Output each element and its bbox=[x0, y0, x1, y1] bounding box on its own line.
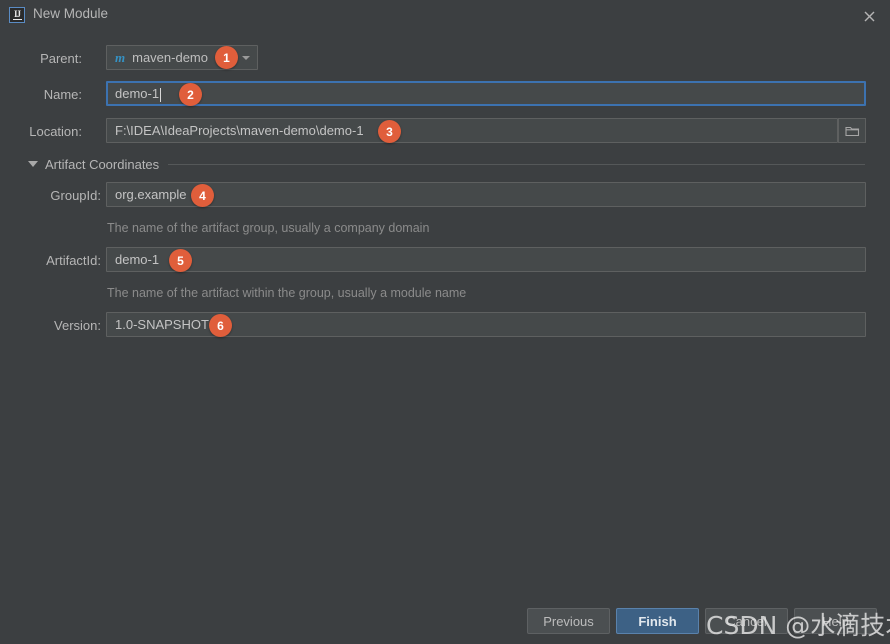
location-label: Location: bbox=[29, 124, 82, 139]
version-label: Version: bbox=[54, 318, 101, 333]
artifactid-input[interactable]: demo-1 bbox=[106, 247, 866, 272]
parent-combo-value: maven-demo bbox=[132, 50, 208, 65]
text-caret bbox=[160, 87, 162, 102]
new-module-dialog: IJ New Module Parent: m maven-demo 1 Nam… bbox=[0, 0, 890, 644]
close-icon[interactable] bbox=[858, 5, 880, 27]
artifactid-label: ArtifactId: bbox=[46, 253, 101, 268]
name-input-value: demo-1 bbox=[115, 86, 160, 101]
name-label: Name: bbox=[43, 87, 82, 102]
maven-icon: m bbox=[115, 49, 126, 65]
chevron-down-icon[interactable] bbox=[242, 55, 250, 60]
artifact-coordinates-section-header[interactable]: Artifact Coordinates bbox=[28, 155, 866, 173]
artifact-coordinates-label: Artifact Coordinates bbox=[45, 156, 160, 172]
name-input[interactable]: demo-1 bbox=[106, 81, 866, 106]
version-input-value: 1.0-SNAPSHOT bbox=[115, 317, 209, 332]
location-input[interactable]: F:\IDEA\IdeaProjects\maven-demo\demo-1 bbox=[106, 118, 838, 143]
annotation-badge-2: 2 bbox=[179, 83, 202, 106]
annotation-badge-3: 3 bbox=[378, 120, 401, 143]
annotation-badge-4: 4 bbox=[191, 184, 214, 207]
previous-button[interactable]: Previous bbox=[527, 608, 610, 634]
folder-icon[interactable] bbox=[838, 118, 866, 143]
groupid-input[interactable]: org.example bbox=[106, 182, 866, 207]
artifactid-hint: The name of the artifact within the grou… bbox=[107, 286, 467, 300]
section-divider bbox=[168, 163, 865, 165]
annotation-badge-5: 5 bbox=[169, 249, 192, 272]
cancel-button[interactable]: Cancel bbox=[705, 608, 788, 634]
finish-button[interactable]: Finish bbox=[616, 608, 699, 634]
annotation-badge-1: 1 bbox=[215, 46, 238, 69]
parent-label: Parent: bbox=[40, 51, 82, 66]
title-bar: IJ New Module bbox=[0, 0, 890, 30]
window-title: New Module bbox=[33, 6, 109, 21]
location-input-value: F:\IDEA\IdeaProjects\maven-demo\demo-1 bbox=[115, 123, 364, 138]
artifactid-input-value: demo-1 bbox=[115, 252, 160, 267]
help-button[interactable]: Help bbox=[794, 608, 877, 634]
groupid-hint: The name of the artifact group, usually … bbox=[107, 221, 430, 235]
groupid-input-value: org.example bbox=[115, 187, 187, 202]
annotation-badge-6: 6 bbox=[209, 314, 232, 337]
intellij-idea-icon: IJ bbox=[9, 7, 25, 23]
groupid-label: GroupId: bbox=[50, 188, 101, 203]
triangle-down-icon[interactable] bbox=[28, 161, 38, 167]
